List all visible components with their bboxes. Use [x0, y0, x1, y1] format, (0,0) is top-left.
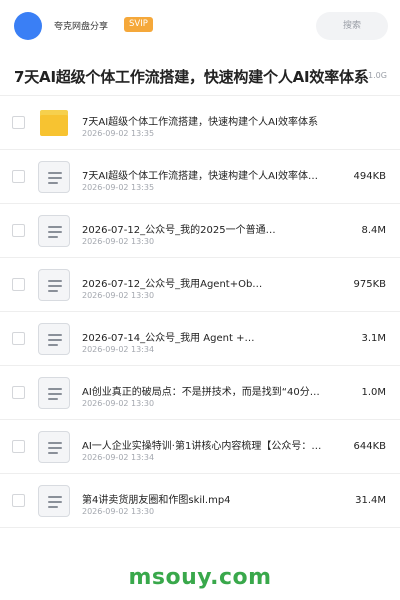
avatar[interactable] — [14, 12, 42, 40]
file-size: 494KB — [353, 171, 386, 182]
row-checkbox[interactable] — [12, 332, 25, 345]
file-row[interactable]: AI创业真正的破局点：不是拼技术，而是找到“40分… 2026-09-02 13:… — [0, 366, 400, 420]
file-name: 7天AI超级个体工作流搭建，快速构建个人AI效率体… — [82, 171, 318, 182]
file-name: 2026-07-14_公众号_我用 Agent +… — [82, 333, 255, 344]
row-checkbox[interactable] — [12, 386, 25, 399]
file-date: 2026-09-02 13:30 — [82, 399, 155, 408]
watermark: msouy.com — [128, 565, 272, 590]
file-list: 7天AI超级个体工作流搭建，快速构建个人AI效率体系 2026-09-02 13:… — [0, 96, 400, 528]
file-date: 2026-09-02 13:35 — [82, 183, 155, 192]
row-checkbox[interactable] — [12, 440, 25, 453]
file-row[interactable]: 2026-07-12_公众号_我用Agent+Ob… 2026-09-02 13:… — [0, 258, 400, 312]
file-name: 2026-07-12_公众号_我的2025一个普通… — [82, 225, 276, 236]
file-row[interactable]: AI一人企业实操特训·第1讲核心内容梳理【公众号：… 2026-09-02 13:… — [0, 420, 400, 474]
svip-badge: SVIP — [124, 17, 153, 32]
file-name: 2026-07-12_公众号_我用Agent+Ob… — [82, 279, 263, 290]
share-title: 夸克网盘分享 — [54, 22, 109, 32]
page-title: 7天AI超级个体工作流搭建，快速构建个人AI效率体系 — [14, 68, 369, 86]
header: 夸克网盘分享 SVIP — [0, 0, 400, 52]
file-size: 3.1M — [361, 333, 386, 344]
row-checkbox[interactable] — [12, 224, 25, 237]
file-row[interactable]: 2026-07-12_公众号_我的2025一个普通… 2026-09-02 13:… — [0, 204, 400, 258]
file-date: 2026-09-02 13:34 — [82, 453, 155, 462]
row-checkbox[interactable] — [12, 278, 25, 291]
search-input[interactable] — [316, 12, 388, 40]
file-row[interactable]: 2026-07-14_公众号_我用 Agent +… 2026-09-02 13:… — [0, 312, 400, 366]
document-icon — [38, 215, 70, 247]
page-title-bar: 7天AI超级个体工作流搭建，快速构建个人AI效率体系 1.0G — [0, 52, 400, 96]
file-name: AI一人企业实操特训·第1讲核心内容梳理【公众号：… — [82, 441, 322, 452]
document-icon — [38, 431, 70, 463]
row-checkbox[interactable] — [12, 116, 25, 129]
document-icon — [38, 377, 70, 409]
file-row[interactable]: 7天AI超级个体工作流搭建，快速构建个人AI效率体… 2026-09-02 13:… — [0, 150, 400, 204]
file-date: 2026-09-02 13:34 — [82, 345, 155, 354]
row-checkbox[interactable] — [12, 494, 25, 507]
row-checkbox[interactable] — [12, 170, 25, 183]
file-name: 第4讲卖货朋友圈和作图skil.mp4 — [82, 495, 231, 506]
document-icon — [38, 269, 70, 301]
file-name: AI创业真正的破局点：不是拼技术，而是找到“40分… — [82, 387, 320, 398]
file-size: 8.4M — [361, 225, 386, 236]
file-name: 7天AI超级个体工作流搭建，快速构建个人AI效率体系 — [82, 117, 318, 128]
document-icon — [38, 161, 70, 193]
file-row[interactable]: 7天AI超级个体工作流搭建，快速构建个人AI效率体系 2026-09-02 13:… — [0, 96, 400, 150]
file-size: 1.0M — [361, 387, 386, 398]
footer: msouy.com — [0, 555, 400, 600]
file-row[interactable]: 第4讲卖货朋友圈和作图skil.mp4 2026-09-02 13:30 31.4M — [0, 474, 400, 528]
file-size: 644KB — [353, 441, 386, 452]
file-date: 2026-09-02 13:35 — [82, 129, 155, 138]
folder-icon — [40, 110, 68, 136]
file-date: 2026-09-02 13:30 — [82, 507, 155, 516]
file-date: 2026-09-02 13:30 — [82, 237, 155, 246]
document-icon — [38, 323, 70, 355]
file-date: 2026-09-02 13:30 — [82, 291, 155, 300]
total-size: 1.0G — [368, 71, 387, 80]
file-size: 975KB — [353, 279, 386, 290]
document-icon — [38, 485, 70, 517]
file-size: 31.4M — [355, 495, 386, 506]
